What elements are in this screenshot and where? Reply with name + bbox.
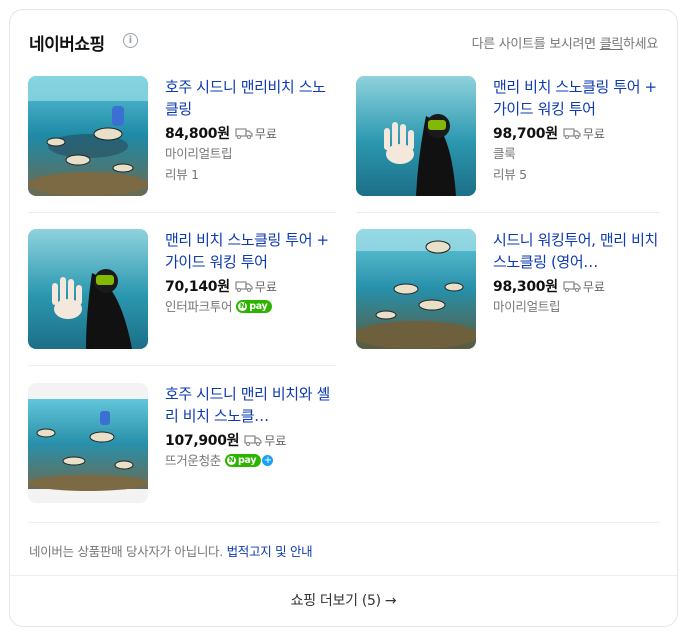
- price-row: 70,140원 무료: [165, 276, 337, 296]
- product-thumbnail[interactable]: [28, 229, 148, 349]
- product-thumbnail[interactable]: [28, 383, 148, 503]
- product-thumbnail[interactable]: [28, 76, 148, 196]
- product-price: 107,900원: [165, 433, 240, 449]
- shipping-label: 무료: [264, 433, 287, 448]
- other-site-note-suffix: 하세요: [623, 37, 658, 52]
- product-price: 70,140원: [165, 279, 230, 295]
- product-title[interactable]: 호주 시드니 맨리비치 스노클링: [165, 76, 337, 120]
- section-title: 네이버쇼핑: [29, 35, 105, 55]
- seller-name: 인터파크투어: [165, 299, 233, 314]
- other-site-note: 다른 사이트를 보시려면 클릭하세요: [471, 33, 659, 52]
- npay-badge: Npay: [236, 300, 273, 313]
- price-row: 107,900원 무료: [165, 430, 337, 450]
- product-thumbnail[interactable]: [356, 229, 476, 349]
- info-icon[interactable]: i: [123, 33, 138, 48]
- product-price: 98,300원: [493, 279, 558, 295]
- review-count[interactable]: 리뷰 5: [493, 164, 665, 185]
- other-site-click-link[interactable]: 클릭: [600, 37, 624, 52]
- review-count[interactable]: 리뷰 1: [165, 164, 337, 185]
- product-title[interactable]: 맨리 비치 스노클링 투어 + 가이드 워킹 투어: [493, 76, 665, 120]
- product-price: 84,800원: [165, 126, 230, 142]
- product-title[interactable]: 시드니 워킹투어, 맨리 비치 스노클링 (영어…: [493, 229, 665, 273]
- npay-label: pay: [249, 301, 268, 312]
- item-divider: [28, 212, 336, 213]
- truck-icon: [563, 128, 581, 139]
- seller-name: 뜨거운청춘: [165, 453, 222, 468]
- npay-plus-badge: Npay: [225, 454, 262, 467]
- more-label: 쇼핑 더보기 (5): [290, 593, 381, 609]
- shipping-label: 무료: [582, 279, 605, 294]
- shipping-label: 무료: [254, 126, 277, 141]
- item-divider: [356, 212, 660, 213]
- disclaimer: 네이버는 상품판매 당사자가 아닙니다. 법적고지 및 안내: [29, 541, 313, 560]
- truck-icon: [244, 435, 262, 446]
- price-row: 98,300원 무료: [493, 276, 665, 296]
- product-thumbnail[interactable]: [356, 76, 476, 196]
- seller-name: 마이리얼트립: [493, 299, 561, 314]
- product-item[interactable]: 호주 시드니 맨리 비치와 셸리 비치 스노클… 107,900원 무료 뜨거운…: [28, 383, 336, 511]
- product-item[interactable]: 맨리 비치 스노클링 투어 + 가이드 워킹 투어 98,700원 무료 클룩 …: [356, 76, 664, 204]
- npay-label: pay: [238, 455, 257, 466]
- product-price: 98,700원: [493, 126, 558, 142]
- plus-icon: +: [262, 455, 274, 466]
- item-divider: [28, 365, 336, 366]
- product-item[interactable]: 호주 시드니 맨리비치 스노클링 84,800원 무료 마이리얼트립 리뷰 1: [28, 76, 336, 204]
- product-title[interactable]: 맨리 비치 스노클링 투어 + 가이드 워킹 투어: [165, 229, 337, 273]
- product-title[interactable]: 호주 시드니 맨리 비치와 셸리 비치 스노클…: [165, 383, 337, 427]
- disclaimer-text: 네이버는 상품판매 당사자가 아닙니다.: [29, 544, 223, 559]
- shipping-label: 무료: [582, 126, 605, 141]
- seller-name: 마이리얼트립: [165, 146, 233, 161]
- shipping-label: 무료: [254, 279, 277, 294]
- shopping-card: 네이버쇼핑 i 다른 사이트를 보시려면 클릭하세요 호주 시드니 맨리비치 스…: [9, 9, 678, 627]
- product-item[interactable]: 맨리 비치 스노클링 투어 + 가이드 워킹 투어 70,140원 무료 인터파…: [28, 229, 336, 357]
- product-item[interactable]: 시드니 워킹투어, 맨리 비치 스노클링 (영어… 98,300원 무료 마이리…: [356, 229, 664, 357]
- price-row: 98,700원 무료: [493, 123, 665, 143]
- price-row: 84,800원 무료: [165, 123, 337, 143]
- seller-row: 뜨거운청춘 Npay +: [165, 450, 337, 471]
- truck-icon: [563, 281, 581, 292]
- seller-name: 클룩: [493, 146, 516, 161]
- other-site-note-prefix: 다른 사이트를 보시려면: [471, 37, 600, 52]
- shopping-more-button[interactable]: 쇼핑 더보기 (5) →: [10, 576, 677, 626]
- legal-notice-link[interactable]: 법적고지 및 안내: [227, 544, 313, 559]
- truck-icon: [235, 281, 253, 292]
- footer-divider: [28, 522, 660, 523]
- arrow-right-icon: →: [384, 593, 397, 609]
- truck-icon: [235, 128, 253, 139]
- seller-row: 인터파크투어 Npay: [165, 296, 337, 317]
